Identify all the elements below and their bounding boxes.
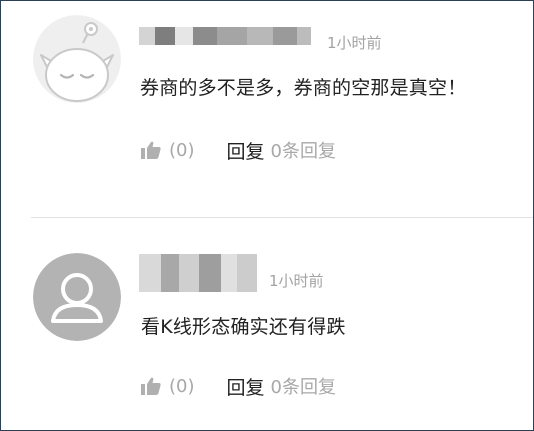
comment-item: 1小时前 券商的多不是多，券商的空那是真空！ (0) 回复 0条回复 [1, 1, 533, 216]
thumbs-up-icon [141, 141, 161, 159]
comment-item: 1小时前 看K线形态确实还有得跌 (0) 回复 0条回复 [1, 219, 533, 430]
comment-time: 1小时前 [327, 34, 382, 52]
reply-count[interactable]: 0条回复 [271, 137, 336, 163]
comment-actions: (0) 回复 0条回复 [141, 137, 336, 163]
like-button[interactable]: (0) [141, 140, 195, 161]
comment-list: 1小时前 券商的多不是多，券商的空那是真空！ (0) 回复 0条回复 1小时前 … [0, 0, 534, 431]
like-count: (0) [169, 375, 195, 397]
reply-button[interactable]: 回复 [227, 373, 265, 400]
thumbs-up-icon [141, 377, 161, 395]
username-blurred[interactable] [139, 27, 311, 45]
reply-count[interactable]: 0条回复 [271, 373, 336, 399]
robot-face-icon[interactable] [33, 15, 121, 103]
default-user-icon[interactable] [33, 253, 121, 341]
comment-text: 券商的多不是多，券商的空那是真空！ [140, 77, 467, 99]
reply-button[interactable]: 回复 [227, 137, 265, 164]
like-count: (0) [169, 139, 195, 161]
like-button[interactable]: (0) [141, 376, 195, 397]
divider [31, 217, 533, 218]
comment-time: 1小时前 [269, 272, 324, 290]
comment-text: 看K线形态确实还有得跌 [141, 316, 346, 338]
comment-actions: (0) 回复 0条回复 [141, 373, 336, 399]
username-blurred[interactable] [139, 254, 257, 292]
